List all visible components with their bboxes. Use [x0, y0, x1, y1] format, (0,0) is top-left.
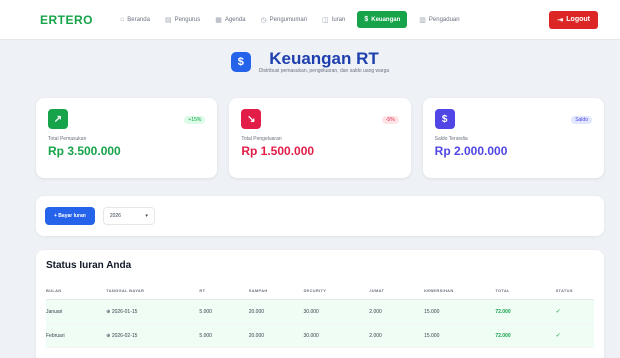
dollar-icon: $ [230, 51, 251, 72]
col-header: STATUS [555, 282, 594, 300]
announcement-icon: ◷ [260, 16, 267, 24]
chevron-down-icon: ▾ [145, 213, 148, 219]
nav-label: Pengumuman [269, 16, 308, 23]
col-header: RT [199, 282, 249, 300]
cell-sampah: 20.000 [248, 299, 304, 324]
card-value: Rp 1.500.000 [241, 144, 315, 158]
logout-button[interactable]: ⇥ Logout [549, 10, 598, 29]
nav-label: Iuran [331, 16, 346, 23]
cell-date: ⊕ 2026-01-15 [106, 299, 200, 324]
cell-security: 30.000 [303, 323, 370, 348]
year-select[interactable]: 2026 ▾ [102, 207, 155, 225]
nav-item-keuangan[interactable]: $ Keuangan [357, 11, 408, 28]
cell-rt: 5.000 [199, 299, 249, 324]
pay-dues-button[interactable]: + Bayar Iuran [45, 207, 95, 225]
table-row[interactable]: Januari ⊕ 2026-01-15 5.000 20.000 30.000… [46, 299, 594, 324]
nav-item-beranda[interactable]: ⌂ Beranda [117, 13, 153, 26]
col-header: JUMAT [369, 282, 425, 300]
nav-label: Agenda [224, 16, 246, 23]
trend-up-icon: ↗ [48, 109, 68, 129]
card-value: Rp 2.000.000 [434, 144, 508, 158]
card-badge: Saldo [571, 116, 592, 124]
cell-total: 72.000 [495, 299, 556, 324]
nav-item-agenda[interactable]: ▦ Agenda [212, 13, 248, 27]
nav-label: Beranda [127, 16, 150, 23]
cell-security: 30.000 [303, 299, 370, 324]
summary-cards: ↗ +15% Total Pemasukan Rp 3.500.000 ↘ -5… [36, 98, 604, 178]
card-income: ↗ +15% Total Pemasukan Rp 3.500.000 [36, 98, 218, 178]
page-title: Keuangan RT [269, 49, 379, 68]
toolbar: + Bayar Iuran 2026 ▾ [36, 196, 604, 236]
col-header: SECURITY [303, 282, 370, 300]
cell-sampah: 20.000 [248, 323, 304, 348]
nav-label: Pengurus [174, 16, 201, 23]
brand-logo[interactable]: ERTERO [40, 13, 93, 27]
nav-label: Pengaduan [428, 16, 460, 23]
cell-rt: 5.000 [199, 323, 249, 348]
nav-menu: ⌂ Beranda ▤ Pengurus ▦ Agenda ◷ Pengumuman ◫… [117, 11, 549, 28]
col-header: BULAN [46, 282, 107, 300]
table-row[interactable]: Februari ⊕ 2026-02-15 5.000 20.000 30.00… [46, 323, 594, 348]
cell-status: ✓ [555, 299, 594, 324]
dues-table-card: Status Iuran Anda BULAN TANGGAL BAYAR RT… [36, 250, 604, 358]
logout-icon: ⇥ [557, 16, 564, 24]
col-header: TOTAL [495, 282, 556, 300]
cell-kebersihan: 15.000 [424, 299, 496, 324]
nav-label: Keuangan [371, 16, 401, 23]
year-value: 2026 [109, 213, 121, 219]
home-icon: ⌂ [120, 16, 125, 23]
card-label: Total Pemasukan [48, 136, 87, 142]
card-badge: -5% [381, 116, 399, 124]
col-header: KEBERSIHAN [424, 282, 496, 300]
card-label: Saldo Tersedia [434, 136, 468, 142]
wallet-icon: ◫ [322, 16, 329, 24]
cell-kebersihan: 15.000 [424, 323, 496, 348]
card-value: Rp 3.500.000 [48, 144, 121, 158]
card-badge: +15% [184, 116, 206, 124]
cell-date: ⊕ 2026-02-15 [106, 323, 200, 348]
page-subtitle: Distribusi pemasukan, pengeluaran, dan s… [258, 68, 390, 74]
check-icon: ✓ [555, 333, 561, 339]
page-header: $ Keuangan RT Distribusi pemasukan, peng… [0, 49, 620, 74]
table-title: Status Iuran Anda [46, 260, 132, 271]
check-icon: ✓ [555, 309, 561, 315]
table-header-row: BULAN TANGGAL BAYAR RT SAMPAH SECURITY J… [46, 282, 594, 300]
dues-table: BULAN TANGGAL BAYAR RT SAMPAH SECURITY J… [46, 282, 594, 348]
cell-month: Februari [46, 323, 107, 348]
complaint-icon: ▥ [419, 16, 426, 24]
nav-item-pengumuman[interactable]: ◷ Pengumuman [258, 13, 310, 27]
card-expense: ↘ -5% Total Pengeluaran Rp 1.500.000 [229, 98, 411, 178]
cell-jumat: 2.000 [369, 323, 425, 348]
cell-month: Januari [46, 299, 107, 324]
navbar: ERTERO ⌂ Beranda ▤ Pengurus ▦ Agenda ◷ Pengu… [0, 0, 620, 40]
dollar-icon: $ [364, 16, 369, 23]
cell-status: ✓ [555, 323, 594, 348]
nav-item-pengaduan[interactable]: ▥ Pengaduan [416, 13, 462, 27]
logout-label: Logout [566, 16, 590, 23]
cell-total: 72.000 [495, 323, 556, 348]
card-balance: $ Saldo Saldo Tersedia Rp 2.000.000 [422, 98, 604, 178]
col-header: SAMPAH [248, 282, 304, 300]
nav-item-pengurus[interactable]: ▤ Pengurus [162, 13, 203, 27]
people-icon: ▤ [164, 16, 172, 24]
trend-down-icon: ↘ [241, 109, 262, 129]
calendar-icon: ▦ [215, 16, 222, 24]
dollar-icon: $ [434, 109, 455, 129]
cell-jumat: 2.000 [369, 299, 425, 324]
card-label: Total Pengeluaran [241, 136, 282, 142]
nav-item-iuran[interactable]: ◫ Iuran [319, 13, 348, 27]
page-header-text: Keuangan RT Distribusi pemasukan, pengel… [259, 49, 389, 74]
col-header: TANGGAL BAYAR [106, 282, 200, 300]
